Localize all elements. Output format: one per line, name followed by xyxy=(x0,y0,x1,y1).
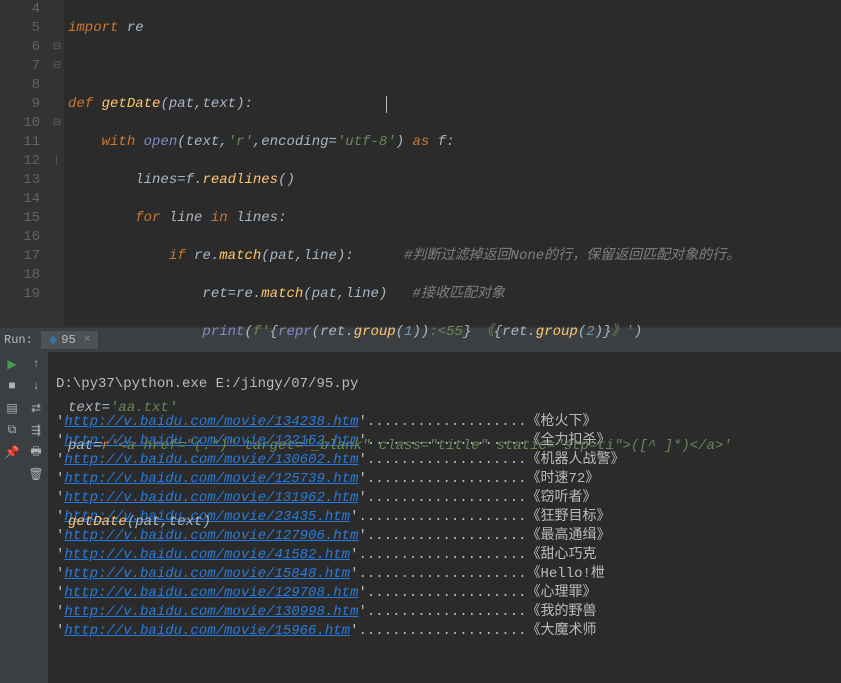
url-link[interactable]: http://v.baidu.com/movie/130998.htm xyxy=(64,604,358,620)
line-gutter: 4 5 6 7 8 9 10 11 12 13 14 15 16 17 18 1… xyxy=(0,0,50,326)
trash-icon[interactable]: 🗑 xyxy=(28,466,44,482)
down-icon[interactable]: ↓ xyxy=(28,378,44,394)
play-icon[interactable]: ▶ xyxy=(4,356,20,372)
debug-icon[interactable]: ⧉ xyxy=(4,422,20,438)
layout-icon[interactable]: ▤ xyxy=(4,400,20,416)
code-area[interactable]: import re def getDate(pat,text): with op… xyxy=(64,0,841,326)
wrap-icon[interactable]: ⇄ xyxy=(28,400,44,416)
fold-end-icon[interactable]: ⌊ xyxy=(50,152,64,171)
up-icon[interactable]: ↑ xyxy=(28,356,44,372)
fold-column[interactable]: ⊟ ⊟ ⊟ ⌊ xyxy=(50,0,64,326)
code-editor[interactable]: 4 5 6 7 8 9 10 11 12 13 14 15 16 17 18 1… xyxy=(0,0,841,326)
scroll-icon[interactable]: ⇶ xyxy=(28,422,44,438)
console-line: 'http://v.baidu.com/movie/130998.htm'...… xyxy=(56,603,833,622)
run-toolbar-right: ↑ ↓ ⇄ ⇶ 🖶 🗑 xyxy=(24,352,48,683)
url-link[interactable]: http://v.baidu.com/movie/15966.htm xyxy=(64,623,350,639)
fold-marker-icon[interactable]: ⊟ xyxy=(50,57,64,76)
run-label: Run: xyxy=(4,333,33,347)
stop-icon[interactable]: ■ xyxy=(4,378,20,394)
pin-icon[interactable]: 📌 xyxy=(4,444,20,460)
text-cursor-icon xyxy=(386,96,387,113)
print-icon[interactable]: 🖶 xyxy=(28,444,44,460)
python-icon: ◆ xyxy=(49,333,57,347)
run-toolbar-left: ▶ ■ ▤ ⧉ 📌 xyxy=(0,352,24,683)
console-line: 'http://v.baidu.com/movie/15966.htm'....… xyxy=(56,622,833,641)
fold-marker-icon[interactable]: ⊟ xyxy=(50,114,64,133)
fold-marker-icon[interactable]: ⊟ xyxy=(50,38,64,57)
